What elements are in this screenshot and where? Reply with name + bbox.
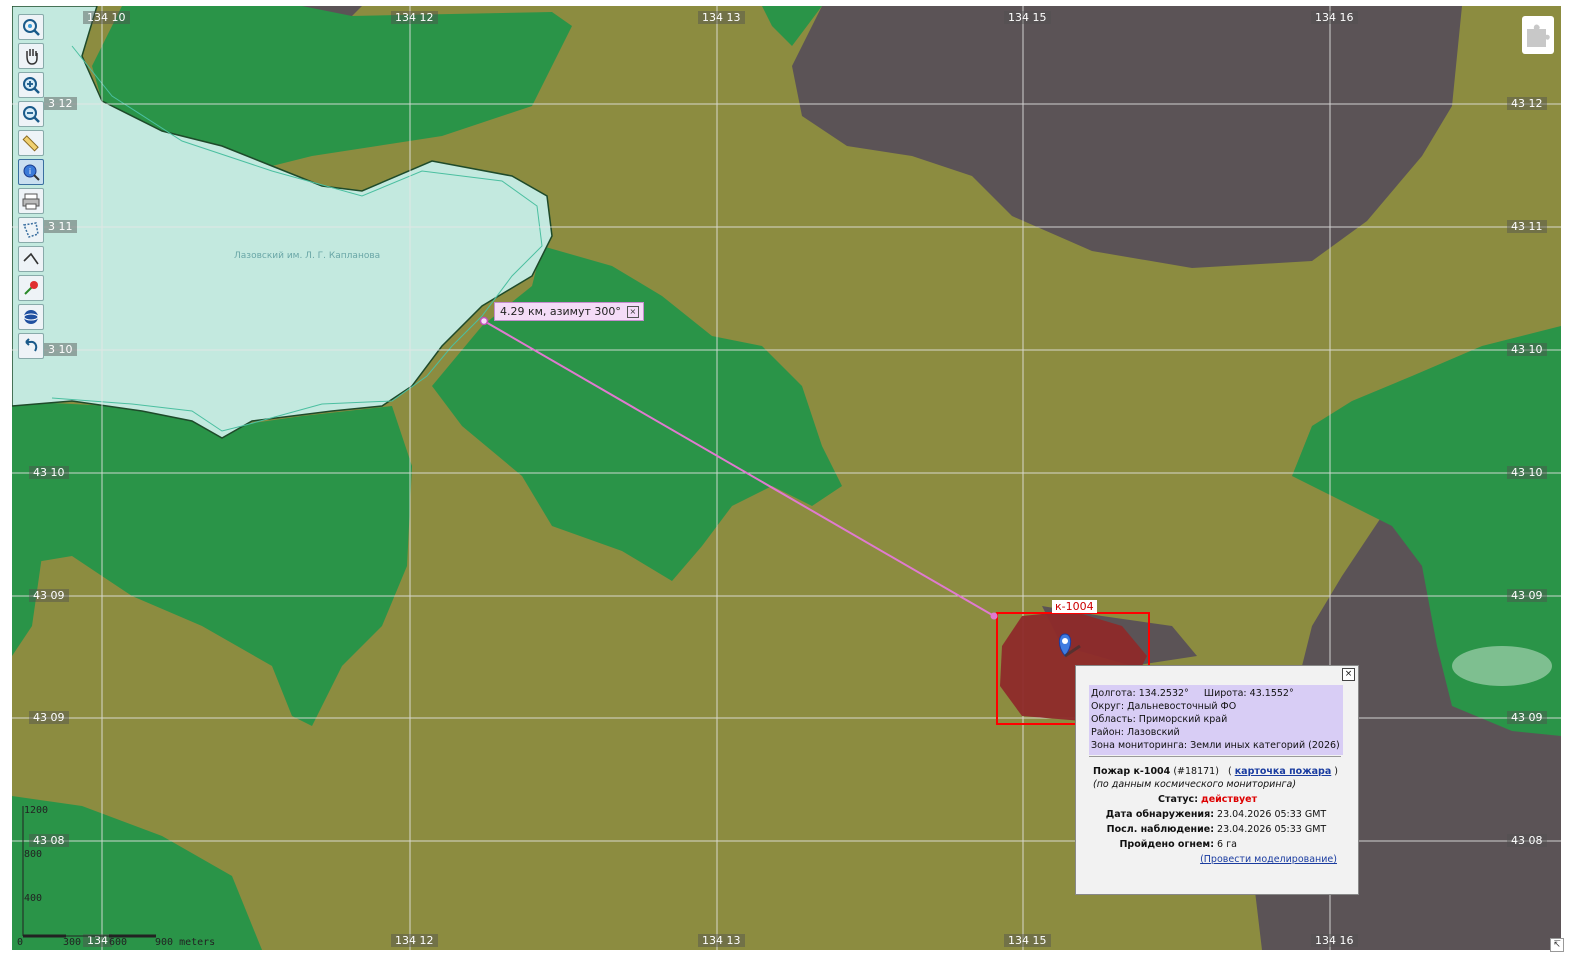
zoom-extent-icon <box>23 19 40 36</box>
scale-h-label: 900 meters <box>155 937 216 948</box>
add-point-tool-button[interactable] <box>18 275 44 301</box>
fire-info-popup: × Долгота: 134.2532° Широта: 43.1552° Ок… <box>1075 665 1359 895</box>
longitude-label: Долгота: <box>1091 688 1136 699</box>
ruler-tool-button[interactable] <box>18 130 44 156</box>
globe-layers-icon <box>23 310 39 324</box>
globe-layers-tool-button[interactable] <box>18 304 44 330</box>
longitude-label-top: 134 16 <box>1311 11 1358 24</box>
latitude-label: Широта: <box>1203 688 1247 699</box>
zoom-in-icon <box>23 77 40 94</box>
longitude-label-bottom: 134 13 <box>698 934 745 947</box>
zoom-out-icon <box>23 106 40 123</box>
latitude-value: 43.1552° <box>1249 688 1294 699</box>
longitude-label-bottom: 134 15 <box>1004 934 1051 947</box>
latitude-label-right: 43 08 <box>1507 834 1547 847</box>
measurement-text: 4.29 км, азимут 300° <box>500 305 621 318</box>
zoom-out-tool-button[interactable] <box>18 101 44 127</box>
latitude-label-left: 43 09 <box>29 589 69 602</box>
run-modeling-link[interactable]: (Провести моделирование) <box>1200 854 1337 865</box>
pan-hand-tool-button[interactable] <box>18 43 44 69</box>
scale-h-label: 0 <box>17 937 24 948</box>
fire-id: (#18171) <box>1173 766 1219 777</box>
fire-card-link[interactable]: карточка пожара <box>1235 766 1332 777</box>
latitude-label-right: 43 09 <box>1507 589 1547 602</box>
resize-corner-icon[interactable]: ↸ <box>1550 938 1564 952</box>
status-value: действует <box>1201 794 1258 805</box>
select-polygon-icon <box>22 222 39 238</box>
map-scale: 1200 800 400 0 300 600 900 meters <box>16 802 216 950</box>
undo-icon <box>25 338 38 352</box>
popup-close-icon[interactable]: × <box>1342 668 1355 681</box>
measure-line-tool-button[interactable] <box>18 246 44 272</box>
longitude-label-top: 134 13 <box>698 11 745 24</box>
longitude-label-bottom: 134 12 <box>391 934 438 947</box>
zoom-in-tool-button[interactable] <box>18 72 44 98</box>
detected-value: 23.04.2026 05:33 GMT <box>1217 809 1327 820</box>
card-close-paren: ) <box>1334 766 1339 777</box>
measure-line-icon <box>23 252 39 265</box>
zone-line: Зона мониторинга: Земли иных категорий (… <box>1091 740 1340 751</box>
popup-location-block: Долгота: 134.2532° Широта: 43.1552° Окру… <box>1089 685 1343 755</box>
longitude-value: 134.2532° <box>1138 688 1189 699</box>
undo-tool-button[interactable] <box>18 333 44 359</box>
measurement-label: 4.29 км, азимут 300° × <box>494 302 644 321</box>
pan-hand-icon <box>26 49 38 65</box>
scale-h-label: 600 <box>109 937 128 948</box>
latitude-label-right: 43 12 <box>1507 97 1547 110</box>
longitude-label-top: 134 10 <box>83 11 130 24</box>
scale-bars <box>22 806 156 938</box>
print-tool-button[interactable] <box>18 188 44 214</box>
last-observation-value: 23.04.2026 05:33 GMT <box>1217 824 1327 835</box>
latitude-label-right: 43 10 <box>1507 343 1547 356</box>
popup-separator <box>1089 756 1341 757</box>
region-line: Область: Приморский край <box>1091 714 1228 725</box>
info-identify-tool-button[interactable]: i <box>18 159 44 185</box>
status-label: Статус: <box>1157 794 1198 805</box>
scale-v-label: 800 <box>24 849 43 860</box>
latitude-label-left: 43 09 <box>29 711 69 724</box>
measurement-close-icon[interactable]: × <box>626 305 639 318</box>
fire-title-name: Пожар к-1004 <box>1093 766 1171 777</box>
svg-text:i: i <box>29 167 31 176</box>
data-source: (по данным космического мониторинга) <box>1093 779 1297 790</box>
detected-row: Дата обнаружения: 23.04.2026 05:33 GMT <box>1093 809 1326 820</box>
longitude-label-top: 134 12 <box>391 11 438 24</box>
fire-label[interactable]: к-1004 <box>1052 600 1097 613</box>
puzzle-icon[interactable] <box>1522 16 1554 54</box>
print-icon <box>22 193 40 210</box>
select-polygon-tool-button[interactable] <box>18 217 44 243</box>
lake-label: Лазовский им. Л. Г. Капланова <box>234 251 381 261</box>
latitude-label-right: 43 11 <box>1507 220 1547 233</box>
area-line: Район: Лазовский <box>1091 727 1180 738</box>
longitude-label-bottom: 134 16 <box>1311 934 1358 947</box>
ruler-icon <box>22 135 39 152</box>
latitude-label-right: 43 09 <box>1507 711 1547 724</box>
latitude-label-left: 3 12 <box>44 97 77 110</box>
burned-label: Пройдено огнем: <box>1119 839 1214 850</box>
card-open-paren: ( <box>1227 766 1232 777</box>
latitude-label-left: 3 10 <box>44 343 77 356</box>
status-row: Статус: действует <box>1093 794 1257 805</box>
scale-h-label: 300 <box>63 937 82 948</box>
burned-row: Пройдено огнем: 6 га <box>1093 839 1237 850</box>
measure-end-point[interactable] <box>990 612 998 620</box>
district-line: Округ: Дальневосточный ФО <box>1091 701 1237 712</box>
measure-start-point[interactable] <box>479 316 489 326</box>
zoom-extent-tool-button[interactable] <box>18 14 44 40</box>
latitude-label-left: 3 11 <box>44 220 77 233</box>
latitude-label-left: 43 10 <box>29 466 69 479</box>
info-identify-icon: i <box>23 164 40 181</box>
scale-v-label: 400 <box>24 893 43 904</box>
detected-label: Дата обнаружения: <box>1105 809 1214 820</box>
scale-v-label: 1200 <box>24 805 49 816</box>
add-point-icon <box>24 281 38 295</box>
fire-title: Пожар к-1004 (#18171) ( карточка пожара … <box>1093 766 1338 777</box>
latitude-label-right: 43 10 <box>1507 466 1547 479</box>
burned-value: 6 га <box>1217 839 1237 850</box>
last-observation-row: Посл. наблюдение: 23.04.2026 05:33 GMT <box>1093 824 1327 835</box>
longitude-label-top: 134 15 <box>1004 11 1051 24</box>
last-observation-label: Посл. наблюдение: <box>1106 824 1214 835</box>
